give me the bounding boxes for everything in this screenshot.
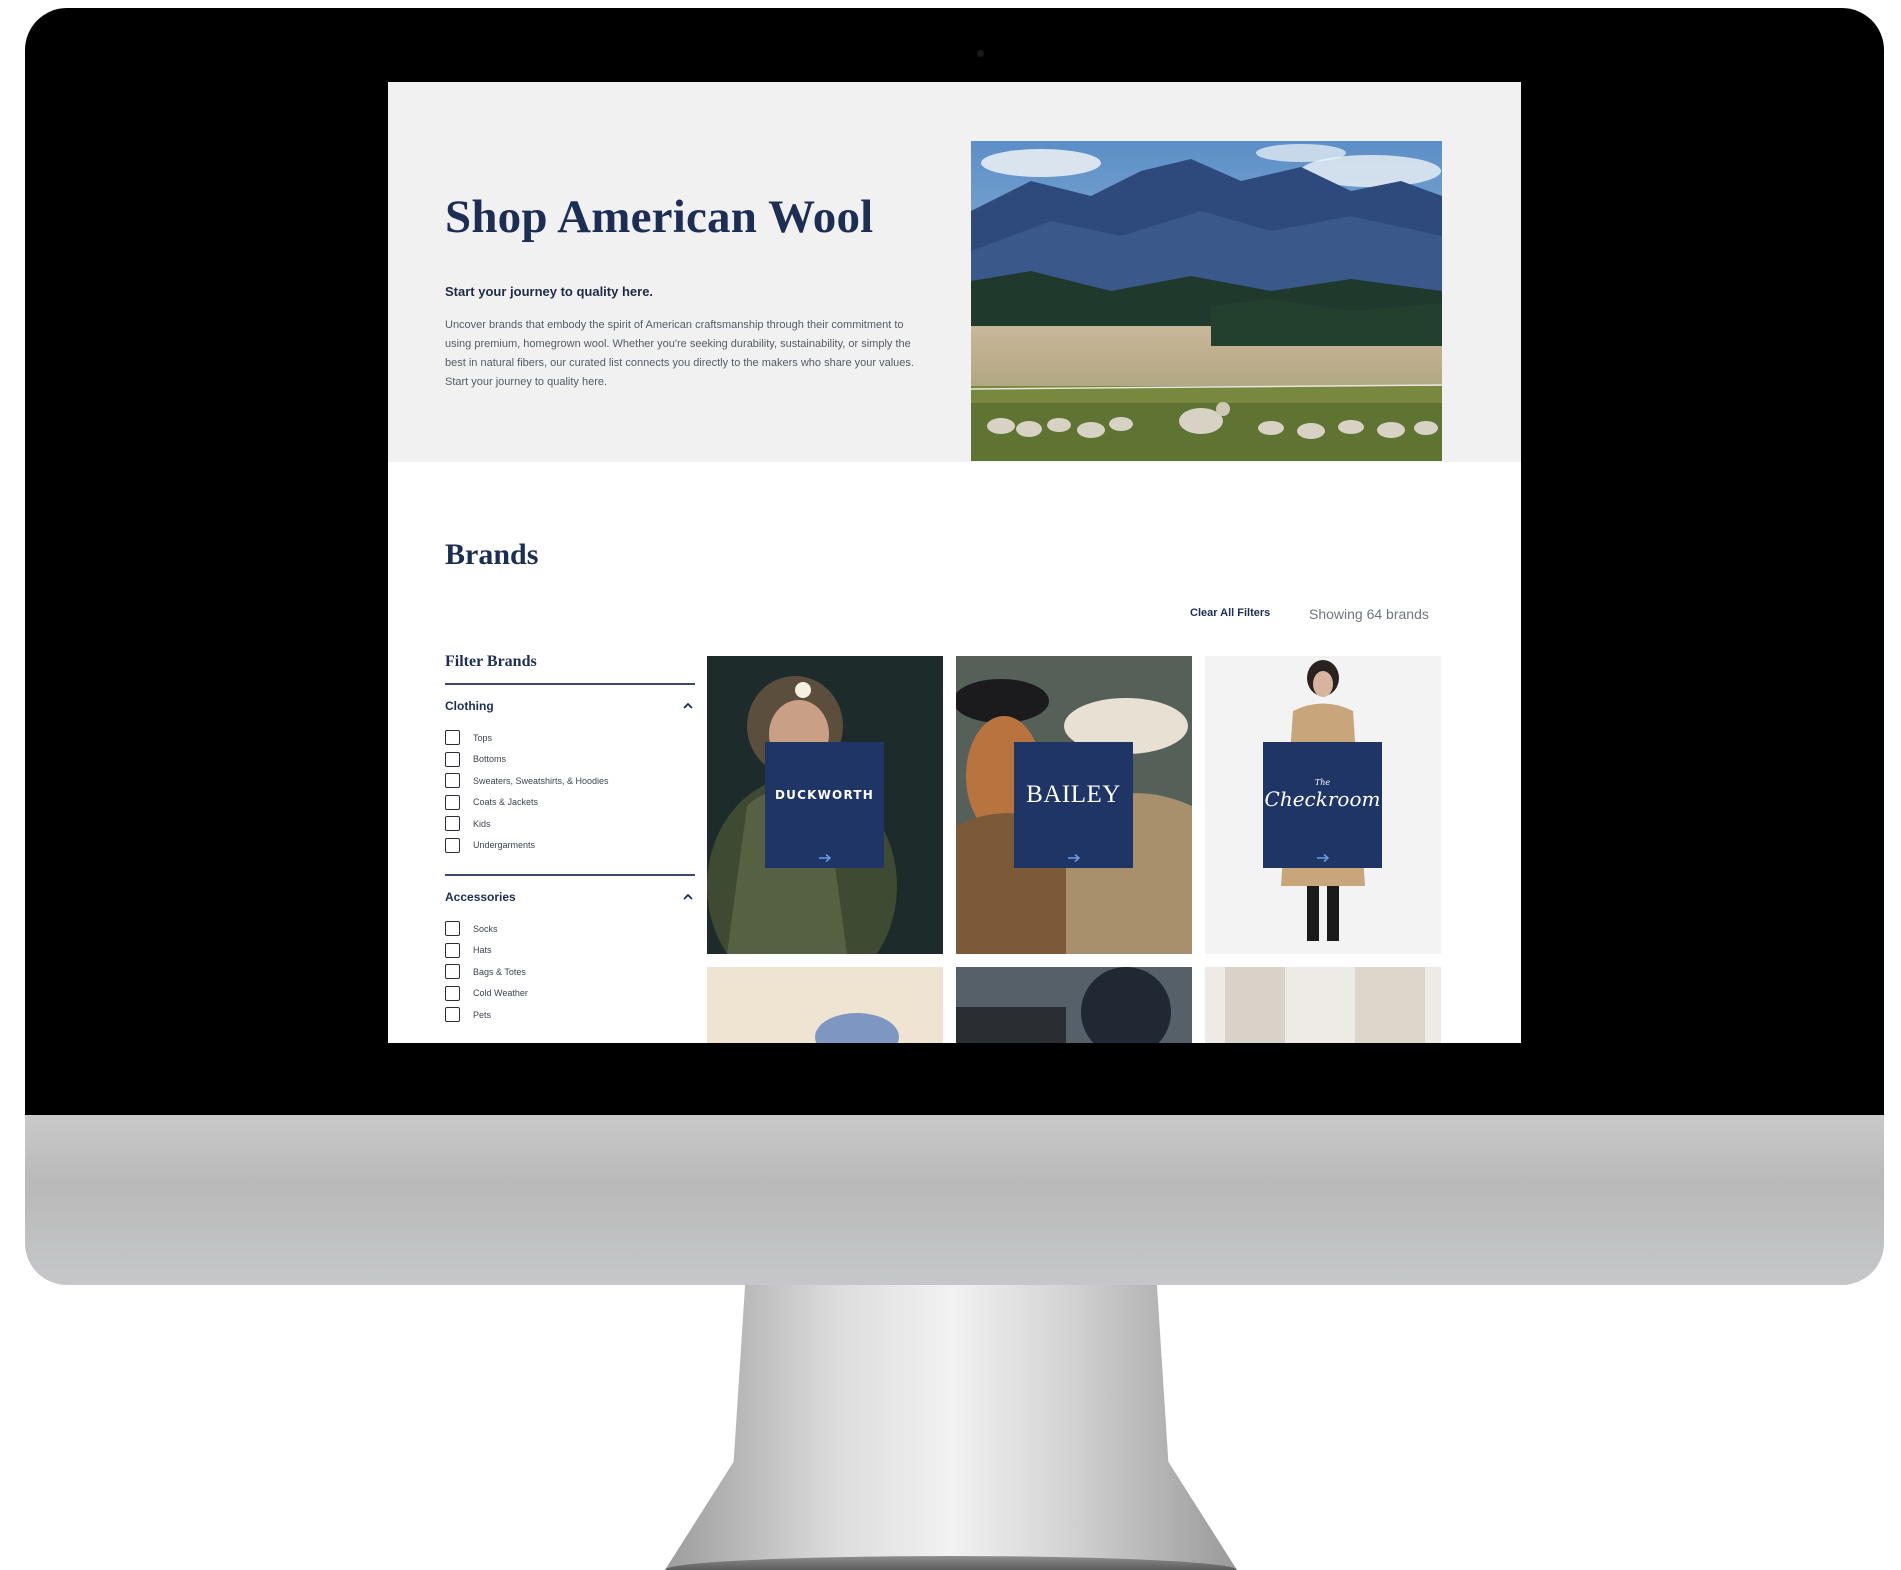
brand-card-bailey[interactable]: BAILEY: [956, 656, 1192, 954]
filter-option-label: Bottoms: [473, 754, 507, 765]
brand-name: DUCKWORTH: [775, 788, 874, 802]
filter-option-label: Pets: [473, 1009, 492, 1020]
filter-option-coats[interactable]: Coats & Jackets: [445, 792, 695, 814]
checkbox[interactable]: [445, 730, 460, 746]
filter-option-label: Bags & Totes: [473, 966, 526, 977]
checkbox[interactable]: [445, 1007, 460, 1023]
checkbox[interactable]: [445, 921, 460, 937]
results-count: Showing 64 brands: [1309, 606, 1429, 622]
filter-sidebar: Filter Brands Clothing Tops Bottoms Swea…: [445, 653, 695, 1043]
filter-title: Filter Brands: [445, 653, 537, 670]
brand-name: Checkroom: [1264, 787, 1381, 811]
filter-option-tops[interactable]: Tops: [445, 727, 695, 749]
filter-option-bags[interactable]: Bags & Totes: [445, 961, 695, 983]
filter-option-label: Coats & Jackets: [473, 797, 539, 808]
chevron-up-icon: [683, 702, 693, 709]
filter-option-label: Sweaters, Sweatshirts, & Hoodies: [473, 775, 609, 786]
filter-option-sweaters[interactable]: Sweaters, Sweatshirts, & Hoodies: [445, 770, 695, 792]
brand-card[interactable]: [707, 967, 943, 1043]
brand-logo-checkroom: The Checkroom: [1263, 742, 1382, 848]
hero-subtitle: Start your journey to quality here.: [445, 284, 654, 299]
filter-option-socks[interactable]: Socks: [445, 918, 695, 940]
filter-option-label: Tops: [473, 732, 493, 743]
brand-photo: [707, 967, 943, 1043]
filter-option-label: Kids: [473, 818, 491, 829]
brand-photo: [956, 967, 1192, 1043]
brand-name-prefix: The: [1314, 778, 1331, 787]
monitor-stand: [665, 1285, 1237, 1570]
brand-arrow-button[interactable]: [765, 848, 884, 868]
brand-arrow-button[interactable]: [1014, 848, 1133, 868]
page-title: Shop American Wool: [445, 191, 874, 243]
filter-option-label: Hats: [473, 945, 492, 956]
brand-arrow-button[interactable]: [1263, 848, 1382, 868]
brand-card-checkroom[interactable]: The Checkroom: [1205, 656, 1441, 954]
arrow-right-icon: [1316, 853, 1329, 863]
filter-option-kids[interactable]: Kids: [445, 813, 695, 835]
filter-group-toggle-clothing[interactable]: Clothing: [445, 699, 695, 713]
monitor-chin: [25, 1115, 1884, 1285]
brand-name: BAILEY: [1026, 781, 1121, 808]
hero-section: Shop American Wool Start your journey to…: [388, 82, 1521, 462]
chevron-up-icon: [683, 893, 693, 900]
brand-logo-duckworth: DUCKWORTH: [765, 742, 884, 848]
checkbox[interactable]: [445, 751, 460, 767]
brand-card[interactable]: [956, 967, 1192, 1043]
filter-option-label: Cold Weather: [473, 988, 528, 999]
brand-logo-bailey: BAILEY: [1014, 742, 1133, 848]
filter-option-bottoms[interactable]: Bottoms: [445, 749, 695, 771]
brands-heading: Brands: [445, 538, 539, 571]
filter-group-label: Clothing: [445, 699, 494, 713]
clear-all-filters-button[interactable]: Clear All Filters: [1190, 607, 1270, 619]
hero-description: Uncover brands that embody the spirit of…: [445, 319, 914, 388]
filter-group-clothing: Clothing Tops Bottoms Sweaters, Sweatshi…: [445, 683, 695, 856]
checkbox[interactable]: [445, 794, 460, 810]
filter-group-accessories: Accessories Socks Hats Bags & Totes Cold…: [445, 874, 695, 1026]
arrow-right-icon: [1067, 853, 1080, 863]
checkbox[interactable]: [445, 773, 460, 789]
checkbox[interactable]: [445, 837, 460, 853]
brand-card-duckworth[interactable]: DUCKWORTH: [707, 656, 943, 954]
hero-image: [971, 141, 1442, 461]
filter-group-label: Accessories: [445, 890, 516, 904]
brand-photo: [1205, 967, 1441, 1043]
arrow-right-icon: [818, 853, 831, 863]
checkbox[interactable]: [445, 942, 460, 958]
checkbox[interactable]: [445, 964, 460, 980]
screen: Shop American Wool Start your journey to…: [388, 82, 1521, 1043]
filter-option-label: Undergarments: [473, 840, 536, 851]
filter-option-cold-weather[interactable]: Cold Weather: [445, 983, 695, 1005]
filter-option-pets[interactable]: Pets: [445, 1004, 695, 1026]
checkbox[interactable]: [445, 985, 460, 1001]
filter-option-label: Socks: [473, 923, 498, 934]
brand-card[interactable]: [1205, 967, 1441, 1043]
checkbox[interactable]: [445, 816, 460, 832]
filter-option-hats[interactable]: Hats: [445, 940, 695, 962]
camera-icon: [977, 50, 984, 57]
filter-option-undergarments[interactable]: Undergarments: [445, 835, 695, 857]
filter-group-toggle-accessories[interactable]: Accessories: [445, 890, 695, 904]
